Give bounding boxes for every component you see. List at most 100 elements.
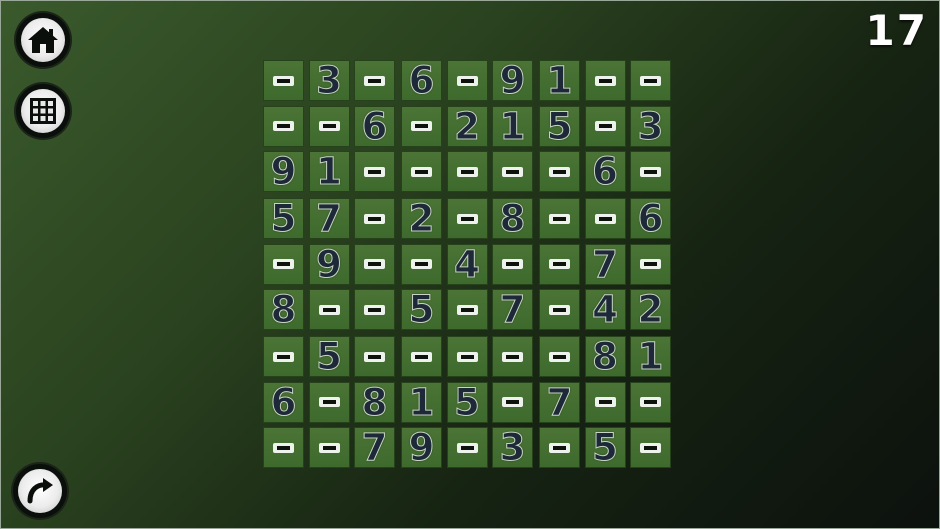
board-cell[interactable]: 1 (630, 336, 671, 377)
board-cell[interactable] (354, 336, 395, 377)
board-cell[interactable] (308, 289, 350, 330)
board-cell[interactable]: 9 (308, 243, 350, 285)
board-cell[interactable] (539, 427, 580, 468)
cell-digit: 5 (454, 380, 481, 424)
empty-cell-marker (411, 351, 432, 362)
board-cell[interactable] (308, 105, 350, 147)
board-cell[interactable]: 8 (584, 335, 626, 378)
board-cell[interactable] (630, 427, 671, 468)
board-cell[interactable]: 9 (492, 60, 533, 101)
cell-digit: 2 (637, 288, 664, 331)
board-cell[interactable]: 1 (492, 105, 533, 147)
board-cell[interactable] (492, 243, 533, 285)
board-cell[interactable] (630, 243, 671, 285)
empty-cell-marker (549, 213, 570, 224)
board-cell[interactable]: 5 (401, 289, 442, 330)
level-select-button[interactable] (16, 84, 70, 138)
empty-cell-marker (364, 213, 385, 224)
board-cell[interactable]: 2 (630, 289, 671, 330)
board-cell[interactable]: 3 (308, 60, 350, 101)
board-cell[interactable] (446, 427, 488, 468)
board-cell[interactable]: 6 (263, 380, 304, 424)
empty-cell-marker (411, 121, 432, 131)
board-cell[interactable] (539, 151, 580, 192)
board-cell[interactable] (492, 336, 533, 377)
board-cell[interactable] (354, 289, 395, 330)
board-cell[interactable]: 4 (584, 289, 626, 330)
board-cell[interactable] (446, 60, 488, 101)
board-cell[interactable] (584, 381, 626, 423)
empty-cell-marker (502, 166, 523, 177)
board-cell[interactable] (263, 427, 304, 468)
board-cell[interactable] (584, 105, 626, 147)
empty-cell-marker (318, 442, 340, 453)
home-button[interactable] (16, 13, 70, 67)
board-cell[interactable] (263, 336, 304, 377)
board-cell[interactable] (263, 243, 304, 285)
board-cell[interactable]: 9 (263, 151, 304, 192)
board-cell[interactable] (539, 243, 580, 285)
board-cell[interactable]: 7 (308, 198, 350, 239)
board-cell[interactable] (354, 151, 395, 192)
board-cell[interactable] (630, 60, 671, 101)
board-cell[interactable] (263, 60, 304, 101)
board-cell[interactable] (630, 151, 671, 192)
board-cell[interactable]: 4 (446, 243, 488, 285)
board-cell[interactable]: 8 (263, 289, 304, 330)
board-cell[interactable]: 5 (263, 198, 304, 239)
board-cell[interactable] (584, 60, 626, 101)
board-cell[interactable] (354, 60, 395, 101)
board-cell[interactable]: 6 (401, 60, 442, 101)
board-cell[interactable] (401, 105, 442, 147)
board-cell[interactable] (539, 336, 580, 377)
empty-cell-marker (640, 442, 661, 453)
board-cell[interactable] (446, 336, 488, 377)
cell-digit: 7 (592, 242, 619, 286)
board-cell[interactable] (401, 243, 442, 285)
board-cell[interactable] (446, 289, 488, 330)
board-cell[interactable]: 1 (308, 151, 350, 192)
board-cell[interactable]: 1 (539, 60, 580, 101)
board-cell[interactable]: 5 (446, 380, 488, 424)
board-cell[interactable] (308, 427, 350, 468)
board-cell[interactable] (354, 198, 395, 239)
cell-digit: 6 (270, 380, 297, 424)
board-cell[interactable]: 5 (584, 427, 626, 468)
board-cell[interactable]: 7 (584, 242, 626, 286)
board-cell[interactable]: 7 (492, 289, 533, 330)
board-cell[interactable] (446, 151, 488, 192)
empty-cell-marker (318, 397, 340, 407)
board-cell[interactable] (584, 198, 626, 239)
board-cell[interactable]: 5 (308, 336, 350, 377)
board-cell[interactable] (492, 151, 533, 192)
board-cell[interactable]: 7 (354, 427, 395, 468)
board-cell[interactable]: 3 (492, 427, 533, 468)
board-cell[interactable] (446, 198, 488, 239)
board-cell[interactable]: 8 (354, 381, 395, 423)
board-cell[interactable]: 9 (401, 427, 442, 468)
empty-cell-marker (502, 397, 523, 407)
board-cell[interactable] (401, 151, 442, 192)
board-cell[interactable] (630, 381, 671, 423)
board-cell[interactable] (308, 381, 350, 423)
board-cell[interactable] (401, 336, 442, 377)
board-cell[interactable]: 6 (630, 198, 671, 239)
board-cell[interactable]: 2 (446, 105, 488, 147)
board-cell[interactable] (263, 105, 304, 147)
empty-cell-marker (273, 75, 294, 86)
board-cell[interactable]: 6 (354, 105, 395, 147)
board-cell[interactable]: 8 (492, 198, 533, 239)
cell-digit: 8 (592, 335, 619, 378)
board-cell[interactable]: 7 (539, 381, 580, 423)
undo-button[interactable] (13, 464, 67, 518)
board-cell[interactable] (492, 381, 533, 423)
board-cell[interactable]: 6 (584, 151, 626, 192)
board-cell[interactable] (539, 198, 580, 239)
board-cell[interactable] (539, 289, 580, 330)
board-cell[interactable]: 2 (401, 198, 442, 239)
board-cell[interactable]: 1 (401, 381, 442, 423)
board-cell[interactable] (354, 243, 395, 285)
board-cell[interactable]: 5 (539, 105, 580, 147)
empty-cell-marker (549, 351, 570, 362)
board-cell[interactable]: 3 (630, 105, 671, 147)
